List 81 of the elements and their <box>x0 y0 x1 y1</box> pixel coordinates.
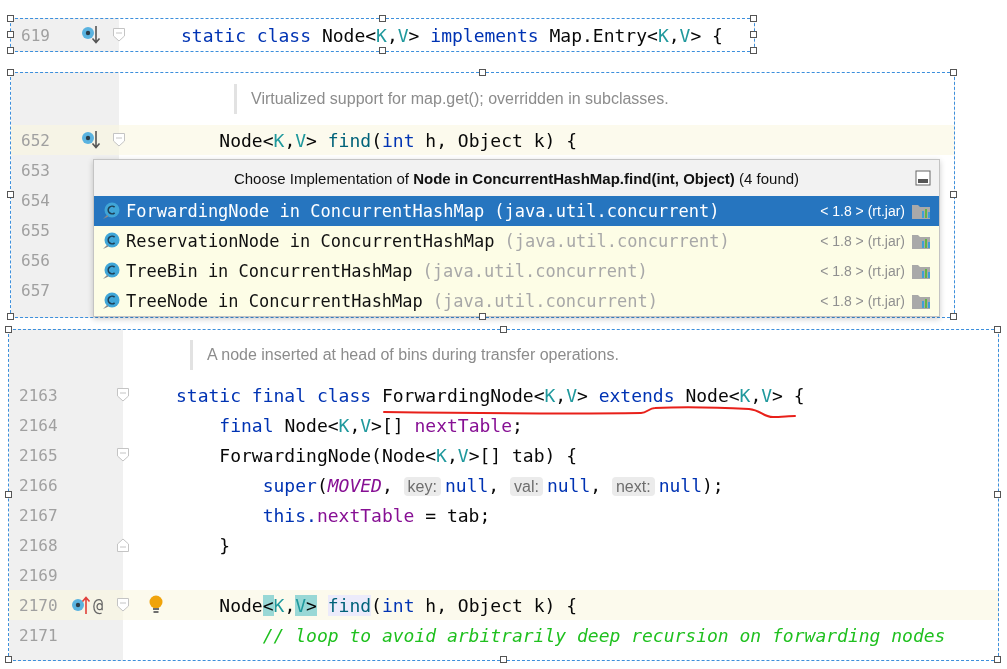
class-name: ForwardingNode in ConcurrentHashMap <box>126 201 485 221</box>
resize-handle[interactable] <box>499 326 507 333</box>
resize-handle[interactable] <box>478 69 486 76</box>
annotation-icon: @ <box>93 595 104 615</box>
class-name: TreeBin in ConcurrentHashMap <box>126 261 413 281</box>
code-line: ForwardingNode(Node<K,V>[] tab) { <box>218 444 577 466</box>
library-icon <box>911 292 931 310</box>
popup-list-item[interactable]: ReservationNode in ConcurrentHashMap (java.util.concurrent) < 1.8 > (rt.jar) <box>94 226 939 256</box>
library-location: < 1.8 > (rt.jar) <box>820 203 905 219</box>
line-number: 2169 <box>18 565 59 585</box>
resize-handle[interactable] <box>499 656 507 663</box>
library-location: < 1.8 > (rt.jar) <box>820 233 905 249</box>
line-number: 652 <box>20 130 51 150</box>
line-number: 2163 <box>18 385 59 405</box>
line-number: 2167 <box>18 505 59 525</box>
resize-handle[interactable] <box>7 31 14 38</box>
line-number: 2165 <box>18 445 59 465</box>
implemented-icon <box>81 24 101 46</box>
library-icon <box>911 262 931 280</box>
line-number: 2164 <box>18 415 59 435</box>
doc-comment: A node inserted at head of bins during transfer operations. <box>190 340 619 370</box>
resize-handle[interactable] <box>950 191 957 198</box>
package-name: (java.util.concurrent) <box>494 201 720 221</box>
code-line: // loop to avoid arbitrarily deep recursion on forwarding nodes <box>261 624 946 646</box>
lightbulb-icon[interactable] <box>149 595 163 615</box>
popup-list-item[interactable]: ForwardingNode in ConcurrentHashMap (java.util.concurrent) < 1.8 > (rt.jar) <box>94 196 939 226</box>
resize-handle[interactable] <box>5 491 12 498</box>
library-location: < 1.8 > (rt.jar) <box>820 263 905 279</box>
resize-handle[interactable] <box>7 47 14 54</box>
class-icon <box>102 292 120 310</box>
code-line: Node<K,V> find(int h, Object k) { <box>218 594 578 616</box>
library-location: < 1.8 > (rt.jar) <box>820 293 905 309</box>
doc-comment: Virtualized support for map.get(); overridden in subclasses. <box>234 84 669 114</box>
class-icon <box>102 232 120 250</box>
class-icon <box>102 202 120 220</box>
override-icon <box>71 594 91 616</box>
implemented-icon <box>81 129 101 151</box>
line-number: 619 <box>20 25 51 45</box>
code-line: final Node<K,V>[] nextTable; <box>218 414 523 436</box>
line-number: 2168 <box>18 535 59 555</box>
resize-handle[interactable] <box>478 313 486 320</box>
line-number: 2171 <box>18 625 59 645</box>
code-line: } <box>218 534 231 556</box>
line-number: 657 <box>20 280 51 300</box>
code-line: static class Node<K,V> implements Map.Entry<K,V> { <box>181 24 723 46</box>
popup-list-item[interactable]: TreeNode in ConcurrentHashMap (java.util.concurrent) < 1.8 > (rt.jar) <box>94 286 939 316</box>
line-number: 653 <box>20 160 51 180</box>
resize-handle[interactable] <box>750 47 757 54</box>
resize-handle[interactable] <box>7 191 14 198</box>
resize-handle[interactable] <box>5 656 12 663</box>
line-number: 654 <box>20 190 51 210</box>
resize-handle[interactable] <box>378 15 386 22</box>
resize-handle[interactable] <box>750 31 757 38</box>
resize-handle[interactable] <box>7 69 14 76</box>
line-number: 656 <box>20 250 51 270</box>
popup-title: Choose Implementation of Node in ConcurrentHashMap.find(int, Object) (4 found) <box>233 169 800 187</box>
class-icon <box>102 262 120 280</box>
resize-handle[interactable] <box>994 656 1001 663</box>
package-name: (java.util.concurrent) <box>432 291 658 311</box>
line-number: 2170 <box>18 595 59 615</box>
resize-handle[interactable] <box>994 326 1001 333</box>
code-line: Node<K,V> find(int h, Object k) { <box>218 129 578 151</box>
line-number: 2166 <box>18 475 59 495</box>
code-line: super(MOVED, key: null, val: null, next: null); <box>261 474 724 496</box>
resize-handle[interactable] <box>7 15 14 22</box>
popup-list-item[interactable]: TreeBin in ConcurrentHashMap (java.util.concurrent) < 1.8 > (rt.jar) <box>94 256 939 286</box>
resize-handle[interactable] <box>378 47 386 54</box>
class-name: TreeNode in ConcurrentHashMap <box>126 291 423 311</box>
library-icon <box>911 202 931 220</box>
pin-icon[interactable] <box>915 170 931 186</box>
resize-handle[interactable] <box>750 15 757 22</box>
resize-handle[interactable] <box>994 491 1001 498</box>
code-line: static final class ForwardingNode<K,V> extends Node<K,V> { <box>176 384 805 406</box>
code-line: this.nextTable = tab; <box>261 504 491 526</box>
resize-handle[interactable] <box>950 313 957 320</box>
line-number: 655 <box>20 220 51 240</box>
class-name: ReservationNode in ConcurrentHashMap <box>126 231 495 251</box>
resize-handle[interactable] <box>950 69 957 76</box>
library-icon <box>911 232 931 250</box>
package-name: (java.util.concurrent) <box>422 261 648 281</box>
package-name: (java.util.concurrent) <box>504 231 730 251</box>
